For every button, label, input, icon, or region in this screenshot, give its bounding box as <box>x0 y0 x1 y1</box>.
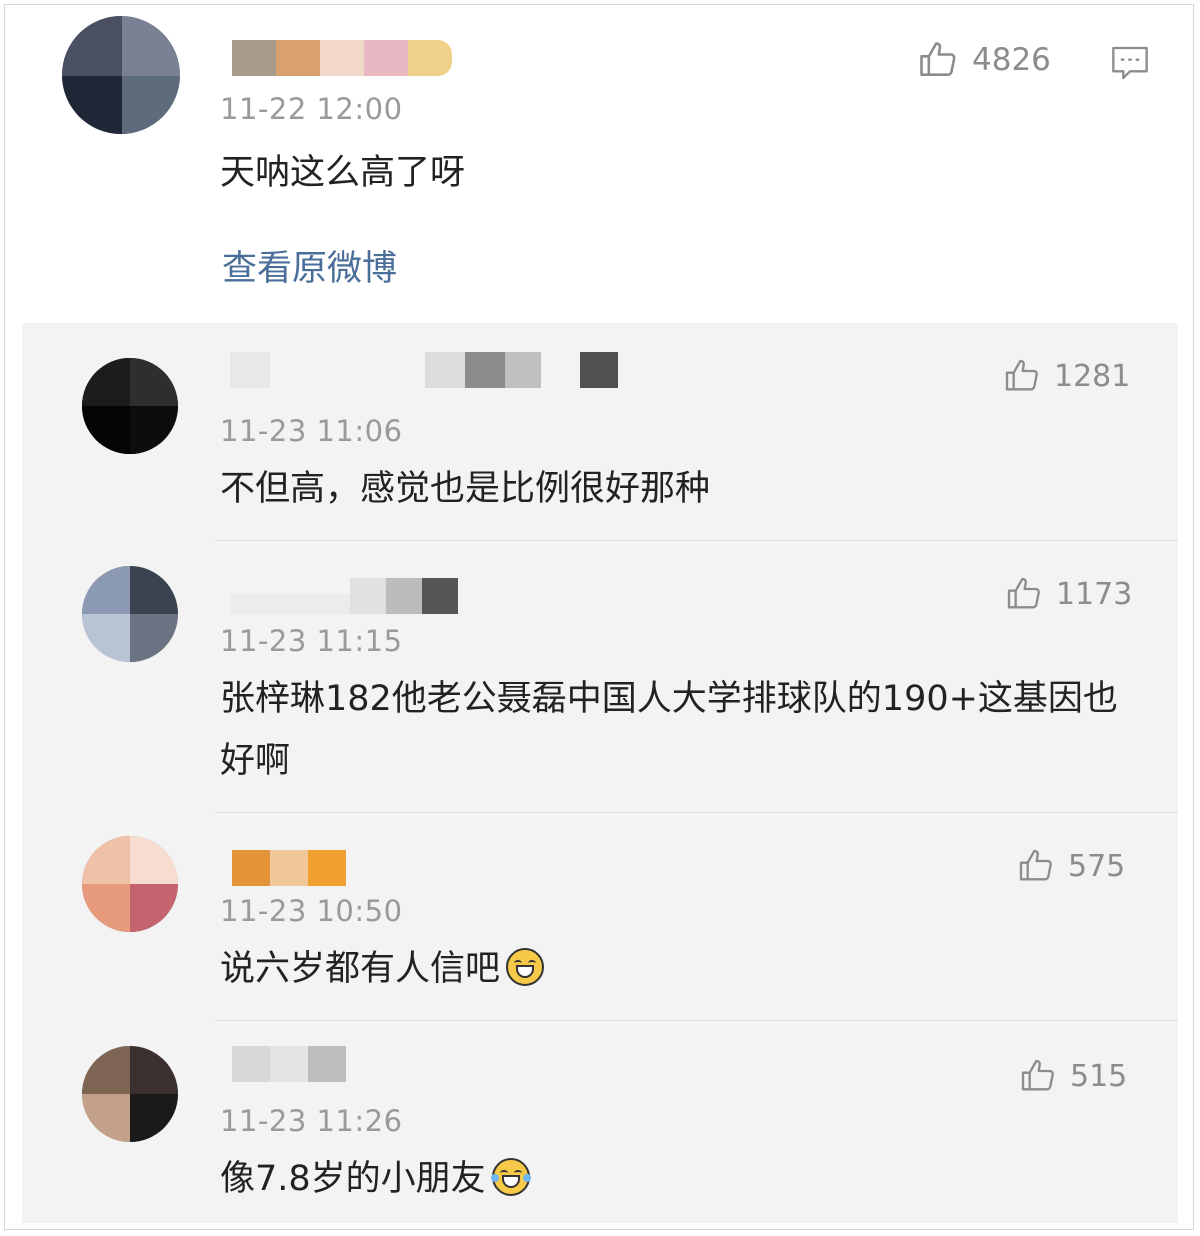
main-comment-text: 天呐这么高了呀 <box>220 153 466 193</box>
reply-username-blurred[interactable] <box>230 578 470 614</box>
reply-text: 张梓琳182他老公聂磊中国人大学排球队的190+这基因也好啊 <box>220 679 1118 781</box>
main-username-blurred[interactable] <box>232 40 452 76</box>
reply-like-button[interactable]: 1281 <box>1002 356 1130 396</box>
avatar-pixel <box>122 76 180 134</box>
avatar-pixel <box>122 16 180 76</box>
reply-divider <box>215 540 1178 541</box>
main-like-button[interactable]: 4826 <box>916 38 1051 82</box>
avatar-pixel <box>130 1094 178 1142</box>
avatar-pixel <box>130 614 178 662</box>
avatar-pixel <box>130 1046 178 1094</box>
reply-divider <box>215 1020 1178 1021</box>
reply-like-button[interactable]: 515 <box>1018 1056 1127 1096</box>
avatar-pixel <box>82 836 130 884</box>
comment-icon[interactable] <box>1110 44 1150 82</box>
reply-like-button[interactable]: 575 <box>1016 846 1125 886</box>
avatar-pixel <box>62 76 122 134</box>
reply-timestamp: 11-23 10:50 <box>220 894 403 928</box>
reply-like-count: 515 <box>1070 1058 1128 1094</box>
reply-text: 说六岁都有人信吧 <box>220 938 545 1000</box>
thumbs-up-icon <box>920 42 956 76</box>
reply-timestamp: 11-23 11:06 <box>220 414 403 448</box>
reply-like-count: 575 <box>1068 848 1126 884</box>
reply-text-content: 像7.8岁的小朋友 <box>220 1159 486 1199</box>
avatar-pixel <box>130 566 178 614</box>
avatar-pixel <box>82 566 130 614</box>
avatar-pixel <box>130 836 178 884</box>
reply-avatar[interactable] <box>82 1046 178 1142</box>
avatar-pixel <box>130 884 178 932</box>
avatar-pixel <box>130 406 178 454</box>
reply-username-blurred[interactable] <box>232 1046 348 1082</box>
reply-timestamp: 11-23 11:15 <box>220 624 403 658</box>
main-timestamp: 11-22 12:00 <box>220 92 403 126</box>
thumbs-up-icon <box>1007 577 1040 609</box>
avatar-pixel <box>130 358 178 406</box>
thumbs-up-icon <box>1005 359 1038 391</box>
reply-divider <box>215 812 1178 813</box>
avatar-pixel <box>82 614 130 662</box>
view-original-weibo-link[interactable]: 查看原微博 <box>222 240 397 291</box>
reply-username-blurred[interactable] <box>232 850 348 886</box>
reply-avatar[interactable] <box>82 566 178 662</box>
thumbs-up-icon <box>1021 1059 1054 1091</box>
avatar-pixel <box>82 358 130 406</box>
main-avatar[interactable] <box>62 16 180 134</box>
reply-timestamp: 11-23 11:26 <box>220 1104 403 1138</box>
reply-username-blurred[interactable] <box>230 352 620 388</box>
reply-like-button[interactable]: 1173 <box>1004 574 1132 614</box>
reply-avatar[interactable] <box>82 358 178 454</box>
reply-avatar[interactable] <box>82 836 178 932</box>
avatar-pixel <box>82 1094 130 1142</box>
reply-text-content: 说六岁都有人信吧 <box>220 949 501 989</box>
laughing-emoji-icon <box>506 948 545 986</box>
avatar-pixel <box>82 1046 130 1094</box>
reply-like-count: 1281 <box>1054 358 1131 394</box>
crying-laughing-emoji-icon <box>490 1158 531 1196</box>
avatar-pixel <box>62 16 122 76</box>
reply-text: 不但高，感觉也是比例很好那种 <box>220 469 711 509</box>
reply-text: 像7.8岁的小朋友 <box>220 1148 531 1210</box>
avatar-pixel <box>82 884 130 932</box>
reply-like-count: 1173 <box>1056 576 1133 612</box>
avatar-pixel <box>82 406 130 454</box>
thumbs-up-icon <box>1019 849 1052 881</box>
main-like-count: 4826 <box>972 42 1051 78</box>
